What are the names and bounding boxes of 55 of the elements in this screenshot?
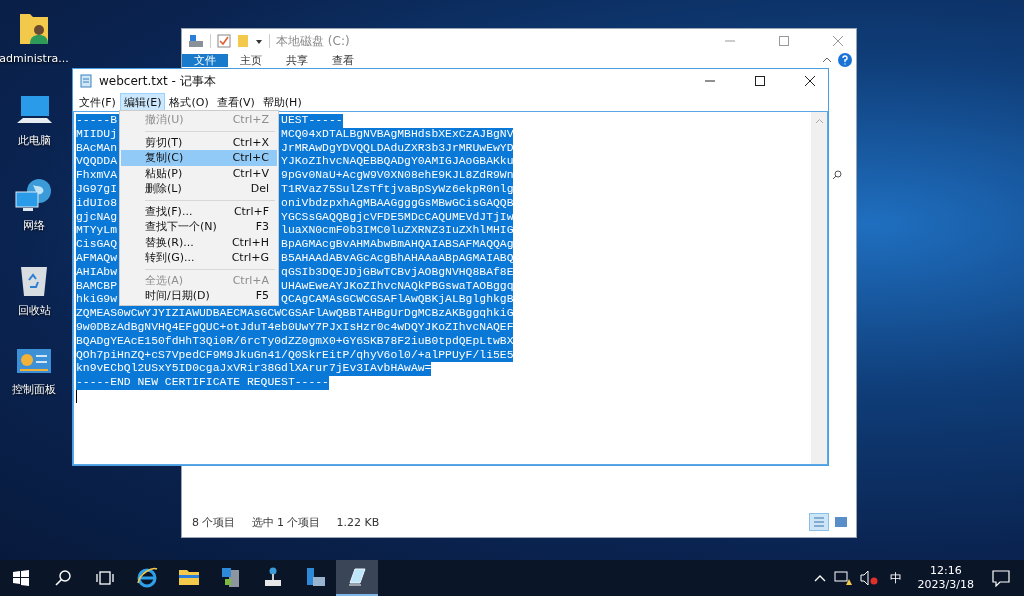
network-tree-icon — [262, 566, 284, 588]
menu-item[interactable]: 帮助(H) — [258, 92, 306, 112]
window-title: 本地磁盘 (C:) — [276, 32, 350, 50]
windows-logo-icon — [13, 570, 29, 586]
search-icon — [55, 570, 71, 586]
desktop-icon-label[interactable]: 网络 — [23, 218, 45, 233]
menu-item[interactable]: 文件(F) — [75, 92, 120, 112]
notepad-icon — [346, 566, 368, 588]
clock-time[interactable]: 12:16 — [929, 564, 962, 578]
help-icon[interactable] — [838, 53, 852, 67]
menu-item[interactable]: 替换(R)... Ctrl+H — [121, 234, 277, 250]
menu-item[interactable]: 查找下一个(N) F3 — [121, 219, 277, 235]
maximize-icon[interactable] — [754, 75, 766, 87]
drive-icon — [188, 34, 204, 48]
menu-item[interactable]: 删除(L) Del — [121, 181, 277, 197]
status-text: 选中 1 个项目 — [251, 514, 321, 530]
folder-icon — [178, 568, 200, 586]
menu-item[interactable]: 剪切(T) Ctrl+X — [121, 134, 277, 150]
volume-muted-icon[interactable] — [859, 570, 878, 586]
menu-item[interactable]: 粘贴(P) Ctrl+V — [121, 165, 277, 181]
menu-item[interactable]: 查看(V) — [212, 92, 259, 112]
window-title: webcert.txt - 记事本 — [99, 72, 216, 90]
status-text: 8 个项目 — [192, 514, 236, 530]
clock-date[interactable]: 2023/3/18 — [917, 578, 974, 592]
status-text: 1.22 KB — [336, 515, 380, 529]
input-method-indicator[interactable]: 中 — [889, 569, 902, 587]
network-warning-icon[interactable] — [833, 570, 852, 586]
control-panel-icon[interactable] — [16, 348, 52, 376]
taskbar-app[interactable] — [336, 560, 378, 596]
search-icon[interactable] — [832, 170, 842, 180]
scrollbar[interactable] — [811, 112, 827, 464]
menu-item[interactable]: 转到(G)... Ctrl+G — [121, 250, 277, 266]
desktop-icon-label[interactable]: 回收站 — [17, 303, 51, 318]
close-icon[interactable] — [804, 75, 816, 87]
server-icon — [220, 566, 242, 588]
dropdown-icon[interactable] — [255, 37, 263, 45]
task-view-icon — [96, 570, 114, 586]
notepad-icon — [79, 74, 93, 88]
notification-icon[interactable] — [992, 569, 1010, 587]
desktop-icon-label[interactable]: 此电脑 — [17, 133, 51, 148]
network-icon[interactable] — [15, 178, 53, 212]
ribbon-tab[interactable]: 查看 — [320, 53, 366, 67]
browser-e-icon — [136, 566, 158, 588]
menu-item[interactable]: 时间/日期(D) F5 — [121, 288, 277, 304]
menu-item[interactable]: 查找(F)... Ctrl+F — [121, 203, 277, 219]
server-manager-icon — [304, 566, 326, 588]
ribbon-tab[interactable]: 文件 — [182, 53, 228, 67]
ribbon-tab[interactable]: 共享 — [274, 53, 320, 67]
desktop-icon-label[interactable]: administra... — [0, 52, 69, 65]
ribbon-tab[interactable]: 主页 — [228, 53, 274, 67]
checkmark-icon[interactable] — [217, 34, 231, 48]
large-icons-view-icon[interactable] — [832, 514, 850, 530]
desktop-icon-label[interactable]: 控制面板 — [12, 382, 56, 397]
menu-item[interactable]: 复制(C) Ctrl+C — [121, 150, 277, 166]
menu-item[interactable]: 格式(O) — [165, 92, 213, 112]
